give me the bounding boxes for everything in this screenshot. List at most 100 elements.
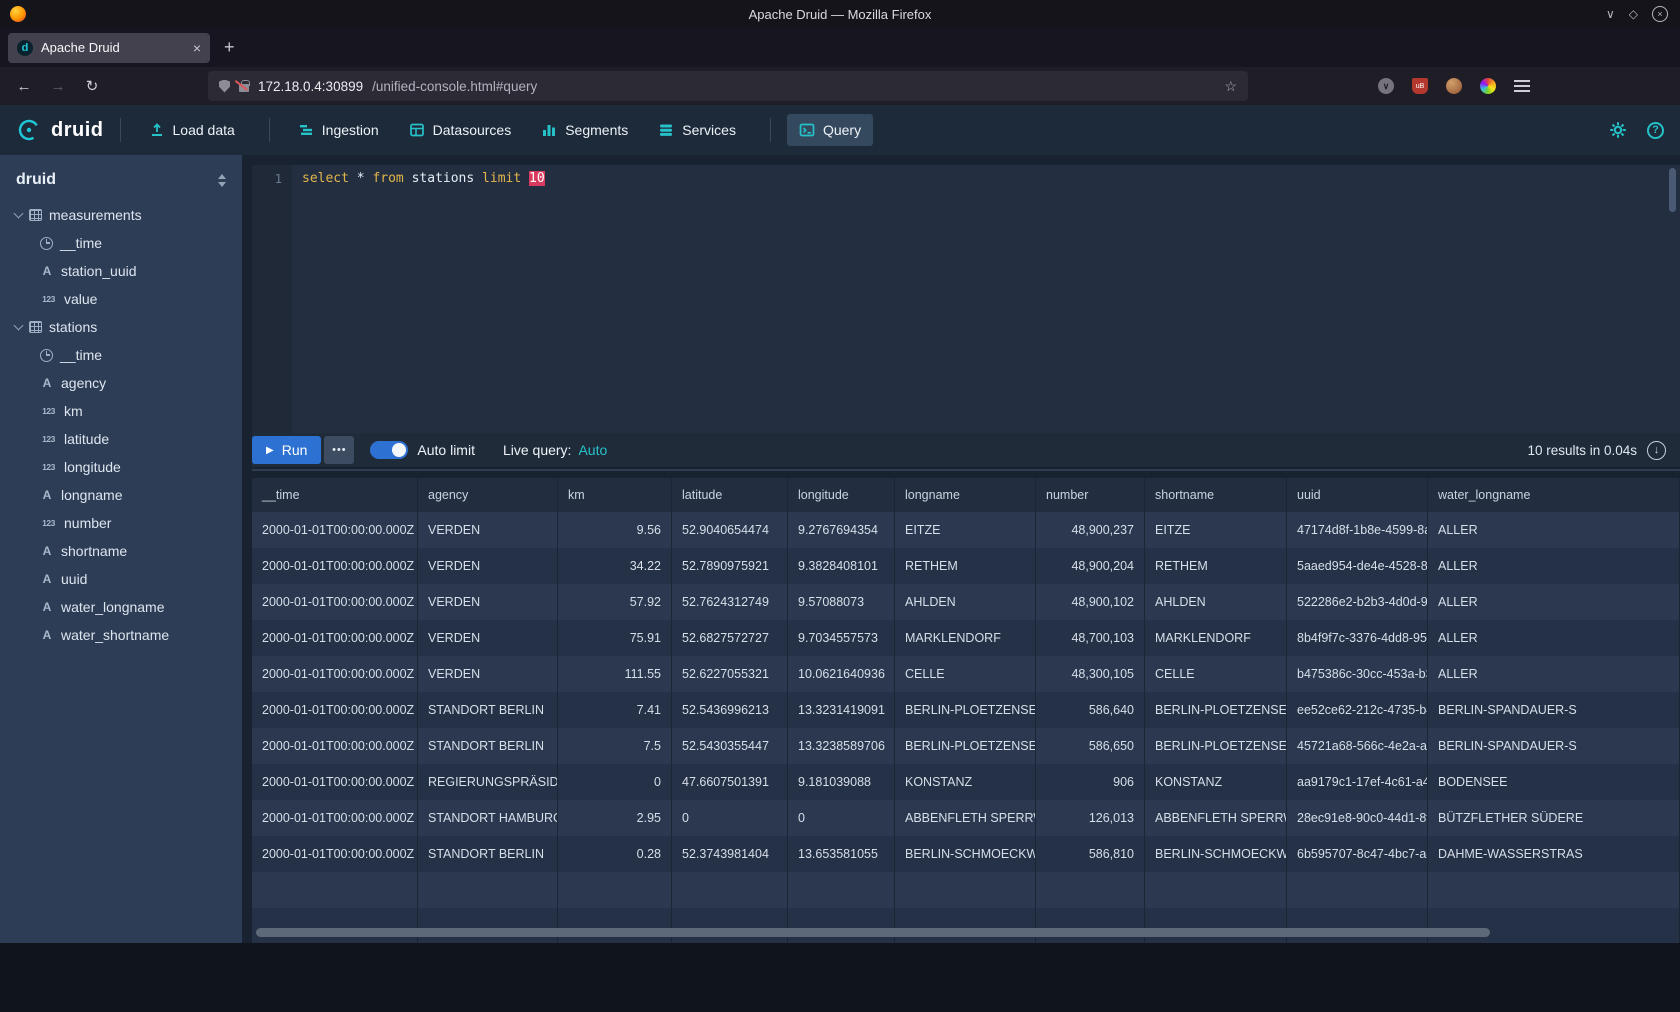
tree-item-__time[interactable]: __time (0, 229, 242, 257)
help-icon[interactable]: ? (1647, 122, 1664, 139)
table-cell[interactable]: BERLIN-SPANDAUER-S (1428, 692, 1680, 728)
table-cell[interactable]: BERLIN-PLOETZENSEE O (1145, 692, 1287, 728)
table-cell[interactable]: VERDEN (418, 620, 558, 656)
table-cell[interactable]: 2000-01-01T00:00:00.000Z (252, 548, 418, 584)
table-cell[interactable]: 126,013 (1036, 800, 1145, 836)
tree-item-km[interactable]: 123km (0, 397, 242, 425)
table-cell[interactable]: CELLE (895, 656, 1036, 692)
bookmark-star-icon[interactable]: ☆ (1224, 78, 1237, 95)
table-cell[interactable]: 2.95 (558, 800, 672, 836)
table-cell[interactable]: 2000-01-01T00:00:00.000Z (252, 656, 418, 692)
nav-item-ingestion[interactable]: Ingestion (286, 114, 391, 146)
table-cell[interactable]: 2000-01-01T00:00:00.000Z (252, 764, 418, 800)
tree-item-agency[interactable]: Aagency (0, 369, 242, 397)
table-cell[interactable]: 7.5 (558, 728, 672, 764)
horizontal-scrollbar[interactable] (256, 928, 1490, 937)
table-cell[interactable]: 9.2767694354 (788, 512, 895, 548)
table-cell[interactable]: 47.6607501391 (672, 764, 788, 800)
table-cell[interactable]: EITZE (895, 512, 1036, 548)
table-cell[interactable]: BERLIN-SPANDAUER-S (1428, 728, 1680, 764)
nav-item-datasources[interactable]: Datasources (397, 114, 524, 146)
table-cell[interactable]: BERLIN-SCHMOECKWITZ (1145, 836, 1287, 872)
table-cell[interactable]: 52.7890975921 (672, 548, 788, 584)
table-cell[interactable]: 52.7624312749 (672, 584, 788, 620)
table-cell[interactable]: RETHEM (895, 548, 1036, 584)
table-cell[interactable]: 48,900,204 (1036, 548, 1145, 584)
window-maximize-icon[interactable]: ◇ (1629, 7, 1638, 21)
table-cell[interactable]: 8b4f9f7c-3376-4dd8-95c (1287, 620, 1428, 656)
table-cell[interactable]: AHLDEN (895, 584, 1036, 620)
table-cell[interactable]: VERDEN (418, 512, 558, 548)
table-cell[interactable]: 10.0621640936 (788, 656, 895, 692)
table-cell[interactable]: STANDORT BERLIN (418, 836, 558, 872)
new-tab-button[interactable]: + (224, 37, 235, 58)
table-cell[interactable]: 52.6227055321 (672, 656, 788, 692)
table-cell[interactable]: BERLIN-SCHMOECKWITZ (895, 836, 1036, 872)
tree-item-longname[interactable]: Alongname (0, 481, 242, 509)
tree-item-longitude[interactable]: 123longitude (0, 453, 242, 481)
ublock-icon[interactable]: uB (1412, 78, 1428, 94)
table-cell[interactable]: BERLIN-PLOETZENSEE U (895, 728, 1036, 764)
table-cell[interactable]: VERDEN (418, 584, 558, 620)
table-cell[interactable]: 47174d8f-1b8e-4599-8a (1287, 512, 1428, 548)
back-button[interactable]: ← (10, 72, 38, 100)
table-cell[interactable]: 5aaed954-de4e-4528-8f (1287, 548, 1428, 584)
tree-item-value[interactable]: 123value (0, 285, 242, 313)
table-cell[interactable]: 48,900,102 (1036, 584, 1145, 620)
table-cell[interactable]: 586,640 (1036, 692, 1145, 728)
tree-item-measurements[interactable]: measurements (0, 201, 242, 229)
table-cell[interactable]: 2000-01-01T00:00:00.000Z (252, 728, 418, 764)
table-cell[interactable]: ALLER (1428, 620, 1680, 656)
column-header-km[interactable]: km (558, 478, 672, 512)
table-cell[interactable]: ABBENFLETH SPERRWER (1145, 800, 1287, 836)
table-cell[interactable]: 45721a68-566c-4e2a-a6 (1287, 728, 1428, 764)
table-cell[interactable]: 6b595707-8c47-4bc7-a8 (1287, 836, 1428, 872)
tree-item-water_shortname[interactable]: Awater_shortname (0, 621, 242, 649)
reload-button[interactable]: ↻ (78, 72, 106, 100)
column-header-__time[interactable]: __time (252, 478, 418, 512)
table-cell[interactable]: RETHEM (1145, 548, 1287, 584)
pocket-icon[interactable]: ∨ (1378, 78, 1394, 94)
table-cell[interactable]: VERDEN (418, 548, 558, 584)
table-cell[interactable]: 0 (672, 800, 788, 836)
table-cell[interactable]: AHLDEN (1145, 584, 1287, 620)
download-icon[interactable]: ↓ (1647, 441, 1666, 460)
insecure-lock-icon[interactable] (239, 84, 249, 92)
table-cell[interactable]: 9.57088073 (788, 584, 895, 620)
extension-avatar-icon[interactable] (1446, 78, 1462, 94)
druid-brand[interactable]: druid (16, 117, 104, 143)
table-cell[interactable]: 28ec91e8-90c0-44d1-8fc (1287, 800, 1428, 836)
column-header-uuid[interactable]: uuid (1287, 478, 1428, 512)
run-more-button[interactable]: ••• (324, 436, 354, 464)
table-cell[interactable]: STANDORT BERLIN (418, 692, 558, 728)
column-header-latitude[interactable]: latitude (672, 478, 788, 512)
table-cell[interactable]: DAHME-WASSERSTRAS (1428, 836, 1680, 872)
table-cell[interactable]: BÜTZFLETHER SÜDERE (1428, 800, 1680, 836)
table-cell[interactable]: BERLIN-PLOETZENSEE O (895, 692, 1036, 728)
column-header-longname[interactable]: longname (895, 478, 1036, 512)
column-header-agency[interactable]: agency (418, 478, 558, 512)
table-cell[interactable]: 9.3828408101 (788, 548, 895, 584)
tree-item-shortname[interactable]: Ashortname (0, 537, 242, 565)
menu-icon[interactable] (1514, 80, 1530, 92)
panel-divider[interactable] (252, 469, 1680, 471)
table-cell[interactable]: 13.3231419091 (788, 692, 895, 728)
table-cell[interactable]: REGIERUNGSPRÄSIDIUM (418, 764, 558, 800)
table-cell[interactable]: ALLER (1428, 512, 1680, 548)
nav-item-load-data[interactable]: Load data (137, 114, 247, 146)
nav-item-services[interactable]: Services (646, 114, 748, 146)
column-header-longitude[interactable]: longitude (788, 478, 895, 512)
table-cell[interactable]: BERLIN-PLOETZENSEE U (1145, 728, 1287, 764)
table-cell[interactable]: b475386c-30cc-453a-b3 (1287, 656, 1428, 692)
column-header-water_longname[interactable]: water_longname (1428, 478, 1680, 512)
tree-item-station_uuid[interactable]: Astation_uuid (0, 257, 242, 285)
table-cell[interactable]: 586,810 (1036, 836, 1145, 872)
table-cell[interactable]: ee52ce62-212c-4735-b4 (1287, 692, 1428, 728)
extension-pinwheel-icon[interactable] (1480, 78, 1496, 94)
tree-item-latitude[interactable]: 123latitude (0, 425, 242, 453)
table-cell[interactable]: 2000-01-01T00:00:00.000Z (252, 584, 418, 620)
table-cell[interactable]: MARKLENDORF (1145, 620, 1287, 656)
table-cell[interactable]: 9.56 (558, 512, 672, 548)
table-cell[interactable]: EITZE (1145, 512, 1287, 548)
editor-scrollbar[interactable] (1669, 168, 1676, 212)
